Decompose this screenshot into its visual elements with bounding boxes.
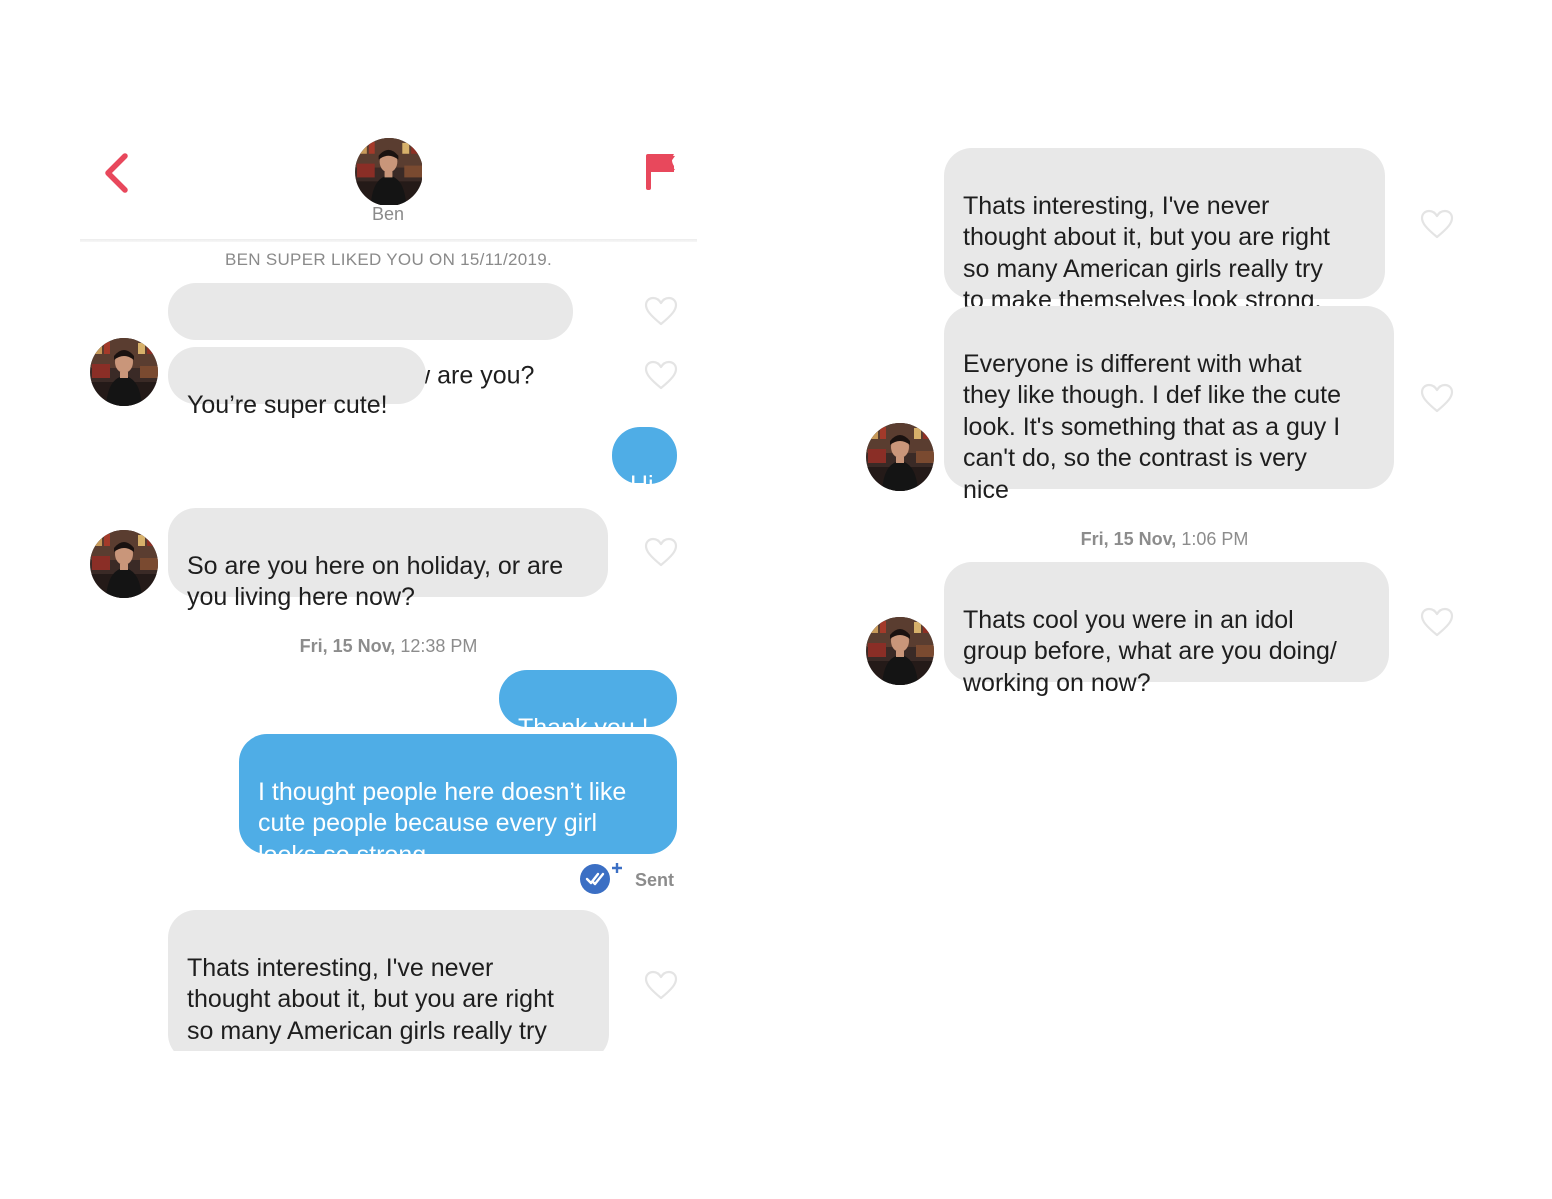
timestamp-day: Fri, 15 Nov,: [299, 636, 396, 656]
message-bubble-outgoing[interactable]: I thought people here doesn’t like cute …: [239, 734, 677, 869]
message-bubble-incoming[interactable]: Thats interesting, I've never thought ab…: [168, 910, 609, 1051]
timestamp-day: Fri, 15 Nov,: [1080, 529, 1177, 549]
message-text: Hi: [630, 470, 654, 499]
message-bubble-incoming[interactable]: Hey Yasmine how are you?: [168, 283, 573, 390]
like-message-heart-icon[interactable]: [644, 537, 678, 567]
timestamp-time: 12:38 PM: [400, 636, 478, 656]
match-avatar[interactable]: [90, 338, 158, 406]
super-liked-notice: BEN SUPER LIKED YOU ON 15/11/2019.: [224, 250, 553, 269]
profile-photo: [866, 423, 934, 491]
timestamp-time: 1:06 PM: [1181, 529, 1249, 549]
match-avatar[interactable]: [90, 530, 158, 598]
message-timestamp: Fri, 15 Nov, 12:38 PM: [80, 636, 697, 657]
match-avatar[interactable]: [866, 617, 934, 685]
like-message-heart-icon[interactable]: [1420, 607, 1454, 637]
back-button[interactable]: [100, 150, 140, 196]
message-bubble-incoming[interactable]: Thats cool you were in an idol group bef…: [944, 562, 1389, 697]
like-message-heart-icon[interactable]: [1420, 383, 1454, 413]
like-message-heart-icon[interactable]: [644, 360, 678, 390]
message-clip: Thats interesting, I've never thought ab…: [168, 910, 609, 1051]
message-timestamp: Fri, 15 Nov, 1:06 PM: [856, 529, 1473, 550]
match-avatar[interactable]: [866, 423, 934, 491]
sent-status: Sent: [635, 870, 675, 890]
message-bubble-outgoing[interactable]: Thank you !: [499, 670, 677, 742]
like-message-heart-icon[interactable]: [644, 296, 678, 326]
message-text: Thats cool you were in an idol group bef…: [963, 605, 1337, 697]
message-bubble-incoming[interactable]: You’re super cute!: [168, 347, 426, 419]
profile-photo: [90, 530, 158, 598]
message-text: Thats interesting, I've never thought ab…: [187, 953, 554, 1052]
message-bubble-incoming[interactable]: Thats interesting, I've never thought ab…: [944, 148, 1385, 314]
report-button[interactable]: [642, 150, 680, 194]
like-message-heart-icon[interactable]: [644, 970, 678, 1000]
message-text: So are you here on holiday, or are you l…: [187, 551, 564, 612]
match-avatar[interactable]: [355, 138, 423, 206]
message-text: Thats interesting, I've never thought ab…: [963, 191, 1330, 315]
message-text: I thought people here doesn’t like cute …: [258, 777, 627, 869]
like-message-heart-icon[interactable]: [1420, 209, 1454, 239]
profile-photo: [355, 138, 422, 205]
message-text: Everyone is different with what they lik…: [963, 349, 1342, 504]
read-receipt-icon[interactable]: [578, 860, 622, 896]
header-divider: [80, 239, 697, 242]
profile-photo: [866, 617, 934, 685]
message-bubble-incoming[interactable]: So are you here on holiday, or are you l…: [168, 508, 608, 611]
profile-photo: [90, 338, 158, 406]
chevron-left-icon: [105, 153, 128, 193]
message-bubble-incoming[interactable]: Everyone is different with what they lik…: [944, 306, 1394, 504]
message-text: You’re super cute!: [187, 390, 388, 419]
match-name[interactable]: Ben: [340, 204, 436, 225]
message-bubble-outgoing[interactable]: Hi: [612, 427, 677, 499]
flag-icon: [646, 154, 675, 190]
